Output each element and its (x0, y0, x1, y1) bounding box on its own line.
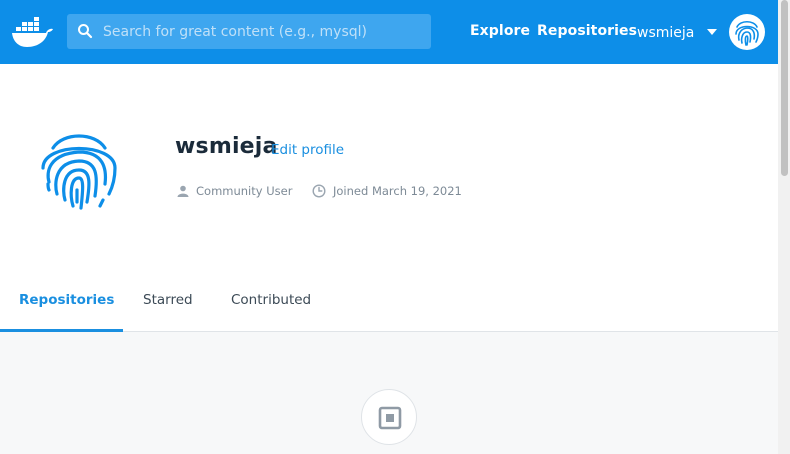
profile-role-label: Community User (196, 184, 293, 198)
tab-contributed[interactable]: Contributed (231, 292, 311, 308)
chevron-down-icon[interactable] (707, 29, 717, 35)
search-icon (78, 24, 93, 39)
user-icon (177, 185, 189, 197)
page-scrollbar-thumb[interactable] (781, 0, 788, 176)
fingerprint-icon[interactable] (729, 14, 765, 50)
user-menu-username[interactable]: wsmieja (637, 25, 694, 41)
search-bar (67, 14, 431, 49)
fingerprint-icon (41, 134, 117, 210)
profile-username: wsmieja (175, 134, 278, 159)
empty-repositories-icon (361, 389, 417, 445)
tab-repositories[interactable]: Repositories (19, 292, 114, 308)
repository-box-icon (378, 406, 402, 430)
nav-repositories-link[interactable]: Repositories (537, 23, 637, 39)
profile-joined: Joined March 19, 2021 (312, 184, 462, 198)
edit-profile-link[interactable]: Edit profile (271, 142, 344, 158)
top-navbar: Explore Repositories wsmieja (0, 0, 778, 64)
profile-joined-label: Joined March 19, 2021 (333, 184, 462, 198)
nav-explore-link[interactable]: Explore (470, 23, 530, 39)
tab-starred[interactable]: Starred (143, 292, 193, 308)
profile-role: Community User (177, 184, 292, 198)
docker-logo-icon[interactable] (10, 14, 54, 50)
search-input[interactable] (103, 14, 423, 49)
clock-icon (312, 184, 326, 198)
